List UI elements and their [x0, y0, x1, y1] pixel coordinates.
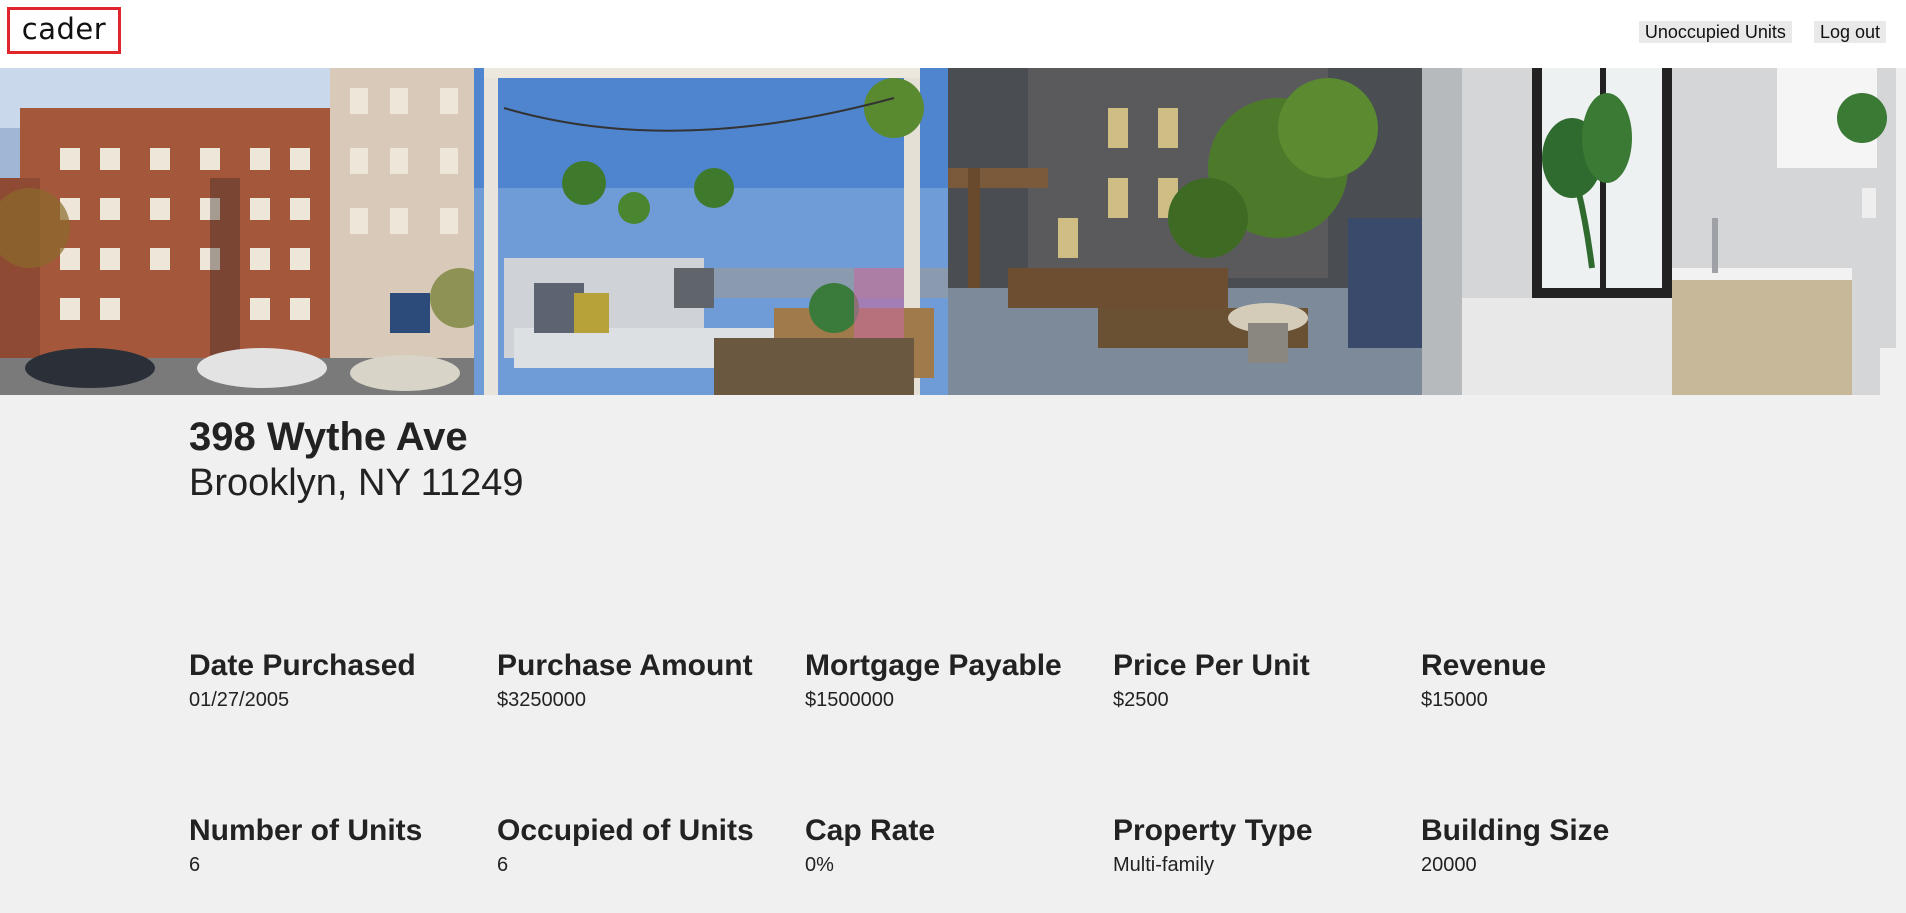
stat-building-size: Building Size 20000 [1421, 814, 1729, 877]
stat-value: 01/27/2005 [189, 689, 290, 711]
stat-label: Cap Rate [805, 814, 936, 847]
stat-value: 6 [189, 854, 201, 876]
stat-label: Property Type [1113, 814, 1313, 847]
stats-row-2: Number of Units 6 Occupied of Units 6 Ca… [189, 814, 1729, 877]
property-photo-gallery [0, 68, 1896, 395]
stats-row-1: Date Purchased 01/27/2005 Purchase Amoun… [189, 649, 1729, 712]
logout-button[interactable]: Log out [1813, 21, 1886, 43]
stat-value: $3250000 [497, 689, 586, 711]
stat-label: Purchase Amount [497, 649, 753, 682]
stat-occupied-units: Occupied of Units 6 [497, 814, 805, 877]
stat-value: 6 [497, 854, 509, 876]
top-nav: Unoccupied Units Log out [1638, 21, 1886, 43]
stat-property-type: Property Type Multi-family [1113, 814, 1421, 877]
stat-label: Price Per Unit [1113, 649, 1310, 682]
photo-rooftop-lounge [474, 68, 948, 395]
stat-revenue: Revenue $15000 [1421, 649, 1729, 712]
stat-date-purchased: Date Purchased 01/27/2005 [189, 649, 497, 712]
top-bar: cader Unoccupied Units Log out [0, 0, 1906, 68]
stat-value: 0% [805, 854, 834, 876]
stat-price-per-unit: Price Per Unit $2500 [1113, 649, 1421, 712]
stat-value: $15000 [1421, 689, 1488, 711]
stat-label: Number of Units [189, 814, 423, 847]
stat-label: Building Size [1421, 814, 1610, 847]
cader-logo[interactable]: cader [7, 7, 121, 54]
stat-label: Mortgage Payable [805, 649, 1062, 682]
stat-label: Date Purchased [189, 649, 416, 682]
property-address: 398 Wythe Ave Brooklyn, NY 11249 [189, 415, 523, 507]
stat-mortgage-payable: Mortgage Payable $1500000 [805, 649, 1113, 712]
right-edge-strip [1896, 68, 1906, 913]
stat-value: $1500000 [805, 689, 894, 711]
unoccupied-units-button[interactable]: Unoccupied Units [1638, 21, 1792, 43]
stat-label: Occupied of Units [497, 814, 754, 847]
photo-building-exterior [0, 68, 474, 395]
photo-bathroom [1422, 68, 1896, 395]
property-street: 398 Wythe Ave [189, 415, 468, 459]
stat-purchase-amount: Purchase Amount $3250000 [497, 649, 805, 712]
stat-value: $2500 [1113, 689, 1169, 711]
stat-label: Revenue [1421, 649, 1547, 682]
stat-cap-rate: Cap Rate 0% [805, 814, 1113, 877]
stat-number-of-units: Number of Units 6 [189, 814, 497, 877]
photo-courtyard [948, 68, 1422, 395]
stat-value: 20000 [1421, 854, 1477, 876]
property-city-line: Brooklyn, NY 11249 [189, 462, 524, 504]
stat-value: Multi-family [1113, 854, 1215, 876]
